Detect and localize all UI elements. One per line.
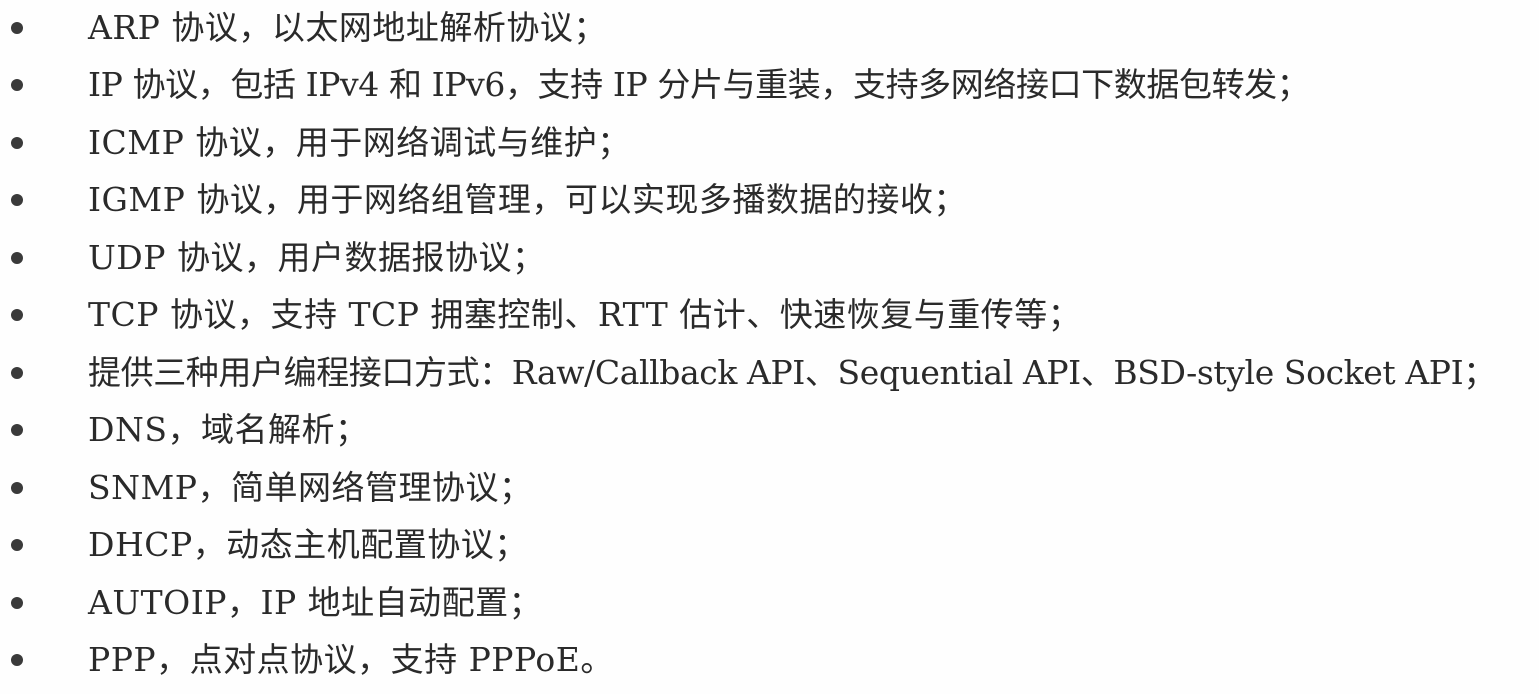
list-item: AUTOIP，IP 地址自动配置； xyxy=(0,575,1539,633)
bullet-icon xyxy=(11,194,23,206)
list-item-text: UDP 协议，用户数据报协议； xyxy=(88,238,546,277)
bullet-icon xyxy=(11,309,23,321)
list-item-text: IGMP 协议，用于网络组管理，可以实现多播数据的接收； xyxy=(88,180,967,219)
list-item-text: PPP，点对点协议，支持 PPPoE。 xyxy=(88,640,614,679)
bullet-icon xyxy=(11,137,23,149)
bullet-icon xyxy=(11,79,23,91)
bullet-icon xyxy=(11,482,23,494)
list-item-text: ARP 协议，以太网地址解析协议； xyxy=(88,8,607,47)
bullet-icon xyxy=(11,597,23,609)
bullet-icon xyxy=(11,424,23,436)
bullet-icon xyxy=(11,654,23,666)
list-item: TCP 协议，支持 TCP 拥塞控制、RTT 估计、快速恢复与重传等； xyxy=(0,287,1539,345)
list-item: 提供三种用户编程接口方式：Raw/Callback API、Sequential… xyxy=(0,345,1539,403)
list-item: SNMP，简单网络管理协议； xyxy=(0,460,1539,518)
list-item-text: IP 协议，包括 IPv4 和 IPv6，支持 IP 分片与重装，支持多网络接口… xyxy=(88,65,1310,104)
document-page: ARP 协议，以太网地址解析协议； IP 协议，包括 IPv4 和 IPv6，支… xyxy=(0,0,1539,694)
list-item-text: 提供三种用户编程接口方式：Raw/Callback API、Sequential… xyxy=(88,353,1496,392)
list-item: IGMP 协议，用于网络组管理，可以实现多播数据的接收； xyxy=(0,172,1539,230)
list-item-text: TCP 协议，支持 TCP 拥塞控制、RTT 估计、快速恢复与重传等； xyxy=(88,295,1082,334)
bullet-icon xyxy=(11,539,23,551)
list-item: UDP 协议，用户数据报协议； xyxy=(0,230,1539,288)
bullet-icon xyxy=(11,22,23,34)
list-item: DNS，域名解析； xyxy=(0,402,1539,460)
bullet-icon xyxy=(11,252,23,264)
list-item: PPP，点对点协议，支持 PPPoE。 xyxy=(0,632,1539,690)
list-item-text: DNS，域名解析； xyxy=(88,410,369,449)
list-item-text: SNMP，简单网络管理协议； xyxy=(88,468,533,507)
list-item: ARP 协议，以太网地址解析协议； xyxy=(0,0,1539,58)
list-item-text: ICMP 协议，用于网络调试与维护； xyxy=(88,123,631,162)
list-item-text: DHCP，动态主机配置协议； xyxy=(88,525,528,564)
bullet-icon xyxy=(11,367,23,379)
list-item: ICMP 协议，用于网络调试与维护； xyxy=(0,115,1539,173)
list-item: IP 协议，包括 IPv4 和 IPv6，支持 IP 分片与重装，支持多网络接口… xyxy=(0,57,1539,115)
list-item-text: AUTOIP，IP 地址自动配置； xyxy=(88,583,543,622)
list-item: DHCP，动态主机配置协议； xyxy=(0,517,1539,575)
